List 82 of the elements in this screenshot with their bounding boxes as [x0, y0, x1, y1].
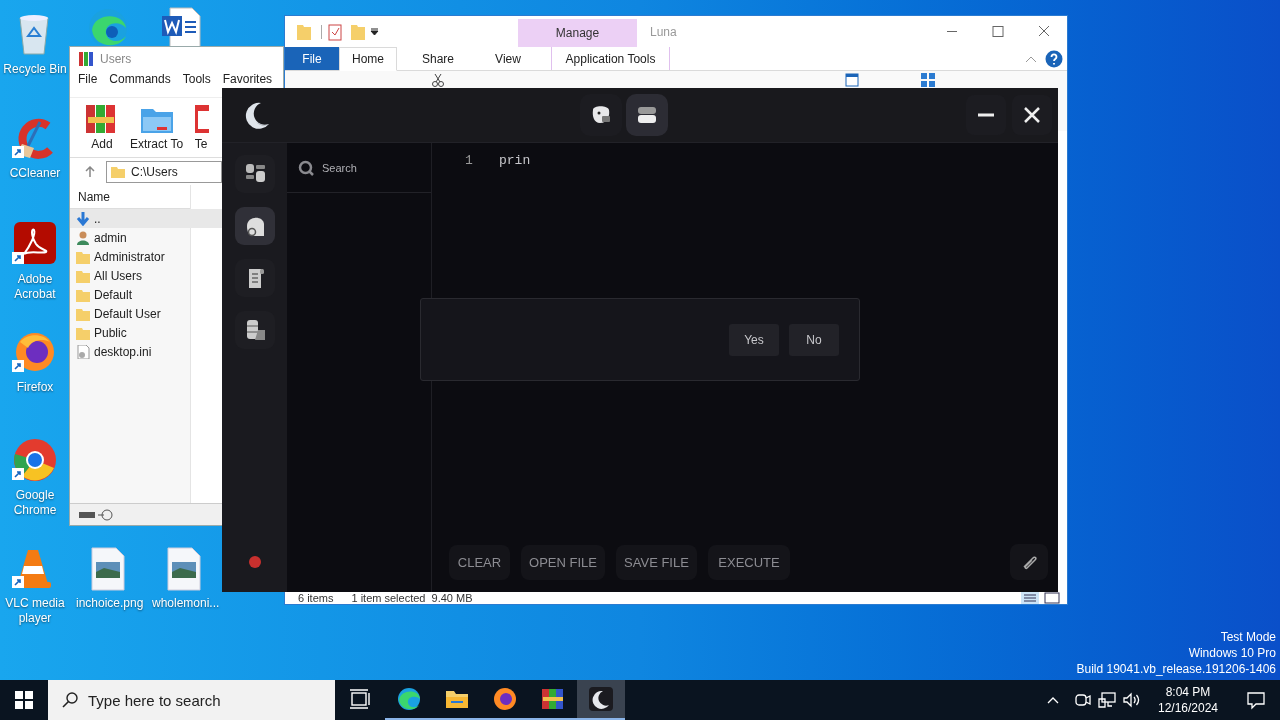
- context-tab-label[interactable]: Manage: [518, 19, 637, 47]
- menu-item[interactable]: Favorites: [222, 72, 273, 86]
- file-row[interactable]: Default: [70, 285, 222, 304]
- scissors-icon[interactable]: [431, 73, 445, 87]
- status-text: 1 item selected 9.40 MB: [351, 592, 473, 604]
- action-button[interactable]: SAVE FILE: [616, 545, 697, 580]
- grid-icon[interactable]: [921, 73, 935, 87]
- notification-icon[interactable]: [1246, 690, 1266, 710]
- person-icon: [76, 230, 90, 245]
- file-row[interactable]: Default User: [70, 304, 222, 323]
- ribbon-tab[interactable]: View: [479, 47, 537, 70]
- circle-logo-icon[interactable]: [12, 438, 58, 484]
- help-icon[interactable]: [1045, 49, 1063, 68]
- books-icon: [78, 51, 94, 67]
- code-line: prin: [499, 152, 531, 171]
- drive-key-icon: [78, 508, 114, 521]
- sidebar-button[interactable]: [234, 155, 275, 193]
- line-number: 1: [464, 152, 474, 171]
- address-field[interactable]: C:\Users: [106, 160, 222, 183]
- globe-icon: [493, 687, 517, 711]
- up-arrow-icon[interactable]: [84, 165, 96, 178]
- gear-file-icon: [76, 344, 90, 359]
- attach-button[interactable]: [1010, 544, 1048, 580]
- menu-item[interactable]: Commands: [109, 72, 171, 86]
- status-text: 6 items: [298, 592, 334, 604]
- folder-icon: [76, 249, 90, 264]
- file-row[interactable]: Administrator: [70, 247, 222, 266]
- network-icon[interactable]: [1098, 691, 1116, 709]
- windows-logo-icon: [15, 691, 33, 709]
- search-field[interactable]: Search: [287, 143, 431, 193]
- system-notice-text: Windows 10 Pro: [1188, 645, 1276, 661]
- toolbar-button[interactable]: Te: [193, 101, 210, 153]
- dialog-button[interactable]: No: [789, 323, 839, 356]
- window-title: Luna: [650, 23, 677, 41]
- ribbon-tab[interactable]: File: [285, 47, 339, 70]
- sidebar-button[interactable]: [234, 259, 275, 297]
- file-row[interactable]: admin: [70, 228, 222, 247]
- details-view-icon[interactable]: [1021, 592, 1039, 604]
- toolbar-button[interactable]: [626, 94, 668, 136]
- paperclip-icon: [1021, 554, 1037, 570]
- window-title: Users: [100, 51, 132, 68]
- large-icons-view-icon[interactable]: [1043, 592, 1061, 604]
- menu-item[interactable]: Tools: [182, 72, 211, 86]
- ribbon-tab[interactable]: Share: [409, 47, 467, 70]
- edge-icon: [397, 687, 421, 711]
- sidebar-button[interactable]: [234, 207, 275, 245]
- search-icon: [62, 692, 78, 708]
- folder-icon: [76, 287, 90, 302]
- window-icon[interactable]: [845, 73, 859, 87]
- moon-icon: [589, 687, 613, 711]
- collapse-icon[interactable]: [1025, 54, 1037, 63]
- toolbar-button[interactable]: Extract To: [130, 101, 184, 153]
- books-icon: [541, 687, 565, 711]
- folder-icon: [111, 164, 125, 179]
- file-row[interactable]: All Users: [70, 266, 222, 285]
- search-icon: [298, 160, 314, 176]
- sidebar-button[interactable]: [234, 311, 275, 349]
- down-arrow-icon: [76, 211, 90, 226]
- action-button[interactable]: EXECUTE: [708, 545, 790, 580]
- folder-icon: [76, 325, 90, 340]
- ribbon-tab[interactable]: Home: [339, 47, 397, 71]
- file-row[interactable]: Public: [70, 323, 222, 342]
- dialog-button[interactable]: Yes: [729, 323, 779, 356]
- system-notice-text: Build 19041.vb_release.191206-1406: [1076, 661, 1276, 677]
- ribbon-tab[interactable]: Application Tools: [551, 47, 670, 70]
- search-field[interactable]: Type here to search: [48, 680, 335, 720]
- system-notice-text: Test Mode: [1220, 629, 1276, 645]
- clock[interactable]: 8:04 PM 12/16/2024: [1150, 684, 1226, 716]
- file-row[interactable]: desktop.ini: [70, 342, 222, 361]
- taskbar-app-button[interactable]: [577, 680, 625, 720]
- column-header[interactable]: Name: [70, 185, 190, 209]
- toolbar-button[interactable]: Add: [84, 101, 120, 153]
- file-row[interactable]: ..: [70, 209, 222, 228]
- speaker-icon[interactable]: [1122, 691, 1140, 709]
- action-button[interactable]: CLEAR: [449, 545, 510, 580]
- camera-icon[interactable]: [1074, 691, 1092, 709]
- toolbar-button[interactable]: [580, 94, 622, 136]
- folder-icon: [76, 268, 90, 283]
- action-button[interactable]: OPEN FILE: [521, 545, 605, 580]
- folder-icon: [76, 306, 90, 321]
- task-view-icon: [349, 688, 373, 712]
- menu-item[interactable]: File: [78, 72, 98, 86]
